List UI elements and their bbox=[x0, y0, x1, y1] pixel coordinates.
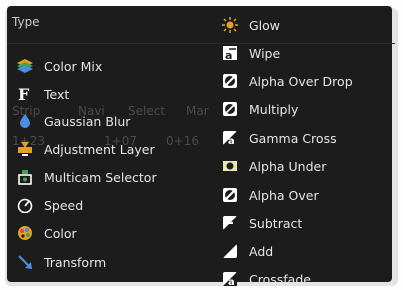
menu-item-wipe[interactable]: a Wipe bbox=[221, 42, 280, 64]
menu-item-multicam-selector[interactable]: Multicam Selector bbox=[16, 166, 157, 188]
alpha-over-drop-icon bbox=[221, 72, 239, 90]
color-mix-icon bbox=[16, 57, 34, 75]
gamma-cross-icon: a bbox=[221, 129, 239, 147]
svg-text:a: a bbox=[228, 277, 235, 287]
svg-text:F: F bbox=[18, 86, 30, 102]
menu-separator bbox=[7, 43, 395, 44]
menu-item-color-mix[interactable]: Color Mix bbox=[16, 55, 102, 77]
ghost-text: Select bbox=[128, 104, 166, 118]
transform-arrow-icon bbox=[16, 253, 34, 271]
text-icon: F bbox=[16, 85, 34, 103]
crossfade-icon: a bbox=[221, 270, 239, 288]
menu-item-crossfade[interactable]: a Crossfade bbox=[221, 268, 311, 290]
alpha-under-icon bbox=[221, 157, 239, 175]
menu-item-gamma-cross[interactable]: a Gamma Cross bbox=[221, 127, 337, 149]
menu-item-gaussian-blur[interactable]: Gaussian Blur bbox=[16, 110, 130, 132]
menu-item-glow[interactable]: Glow bbox=[221, 14, 280, 36]
menu-item-speed[interactable]: Speed bbox=[16, 194, 83, 216]
menu-item-add[interactable]: Add bbox=[221, 240, 273, 262]
subtract-icon bbox=[221, 214, 239, 232]
wipe-icon: a bbox=[221, 44, 239, 62]
menu-title: Type bbox=[12, 15, 40, 29]
ghost-text: Mar bbox=[186, 104, 209, 118]
menu-item-alpha-under[interactable]: Alpha Under bbox=[221, 155, 326, 177]
multicam-icon bbox=[16, 168, 34, 186]
menu-item-multiply[interactable]: Multiply bbox=[221, 98, 298, 120]
adjustment-layer-icon bbox=[16, 140, 34, 158]
menu-item-alpha-over[interactable]: Alpha Over bbox=[221, 184, 319, 206]
menu-item-adjustment-layer[interactable]: Adjustment Layer bbox=[16, 138, 155, 160]
blur-drop-icon bbox=[16, 112, 34, 130]
glow-sun-icon bbox=[221, 16, 239, 34]
menu-item-color[interactable]: Color bbox=[16, 222, 77, 244]
menu-item-subtract[interactable]: Subtract bbox=[221, 212, 302, 234]
ghost-text: 0+16 bbox=[166, 134, 199, 148]
svg-text:a: a bbox=[228, 136, 235, 146]
svg-text:a: a bbox=[225, 49, 232, 61]
multiply-icon bbox=[221, 100, 239, 118]
add-icon bbox=[221, 242, 239, 260]
menu-item-transform[interactable]: Transform bbox=[16, 251, 106, 273]
speed-icon bbox=[16, 196, 34, 214]
color-palette-icon bbox=[16, 224, 34, 242]
menu-item-text[interactable]: F Text bbox=[16, 83, 69, 105]
alpha-over-icon bbox=[221, 186, 239, 204]
menu-item-alpha-over-drop[interactable]: Alpha Over Drop bbox=[221, 70, 353, 92]
